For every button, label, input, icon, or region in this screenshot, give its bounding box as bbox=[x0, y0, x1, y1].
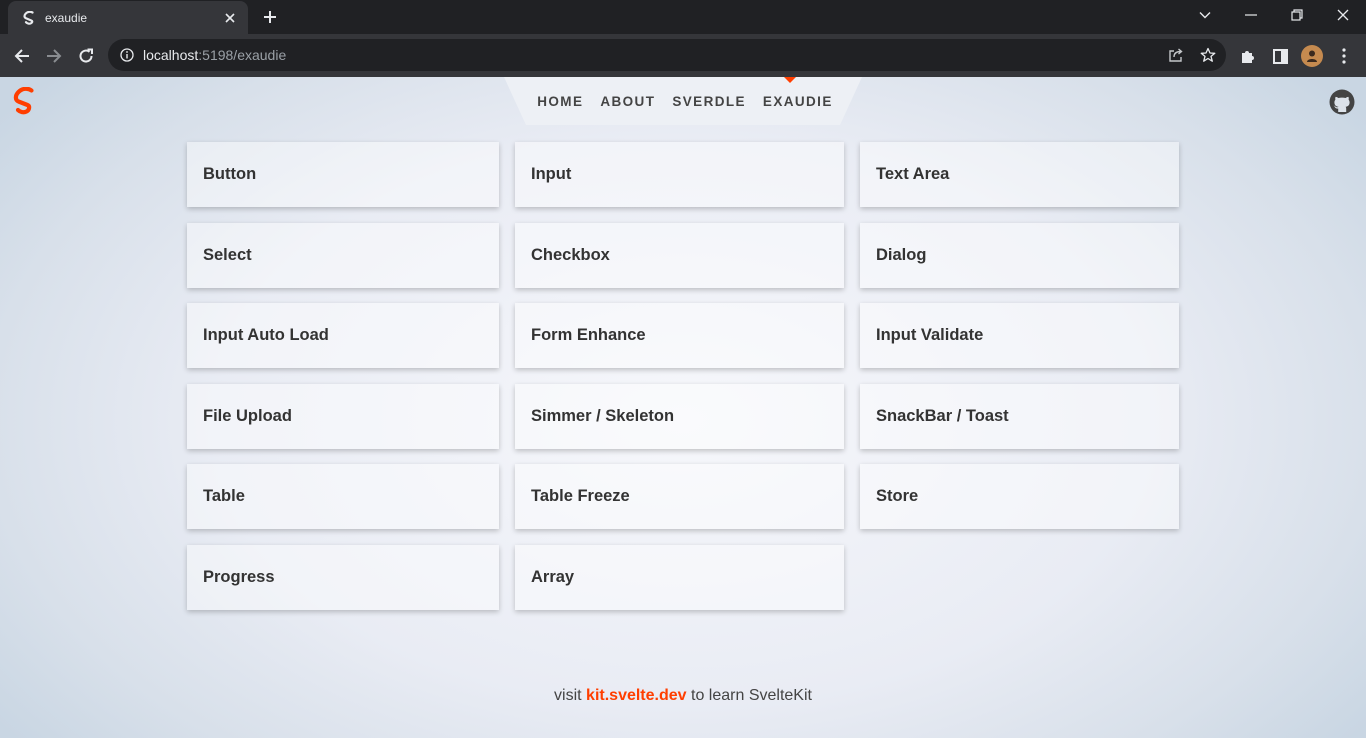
card-label: Select bbox=[203, 246, 252, 264]
nav-link-sverdle[interactable]: SVERDLE bbox=[664, 94, 755, 109]
side-panel-icon[interactable] bbox=[1268, 44, 1292, 68]
card-label: Checkbox bbox=[531, 246, 610, 264]
footer-prefix: visit bbox=[554, 687, 582, 704]
card-label: Dialog bbox=[876, 246, 927, 264]
card-input-auto-load[interactable]: Input Auto Load bbox=[187, 303, 499, 368]
address-bar[interactable]: localhost:5198/exaudie bbox=[108, 39, 1226, 71]
extensions-puzzle-icon[interactable] bbox=[1236, 44, 1260, 68]
nav-link-exaudie[interactable]: EXAUDIE bbox=[754, 94, 841, 109]
footer-kit-link[interactable]: kit.svelte.dev bbox=[586, 687, 687, 704]
nav-link-about[interactable]: ABOUT bbox=[592, 94, 664, 109]
browser-menu-icon[interactable] bbox=[1332, 44, 1356, 68]
tab-title: exaudie bbox=[45, 10, 88, 25]
svelte-logo-icon[interactable] bbox=[12, 86, 38, 117]
site-info-icon[interactable] bbox=[120, 48, 134, 62]
browser-tab[interactable]: exaudie bbox=[8, 1, 248, 34]
card-checkbox[interactable]: Checkbox bbox=[515, 223, 844, 288]
footer: visit kit.svelte.dev to learn SvelteKit bbox=[0, 687, 1366, 705]
card-label: Array bbox=[531, 568, 575, 586]
bookmark-star-icon[interactable] bbox=[1198, 45, 1218, 65]
card-table-freeze[interactable]: Table Freeze bbox=[515, 464, 844, 529]
card-select[interactable]: Select bbox=[187, 223, 499, 288]
card-array[interactable]: Array bbox=[515, 545, 844, 610]
close-tab-icon[interactable] bbox=[222, 10, 238, 26]
minimize-icon[interactable] bbox=[1228, 0, 1274, 30]
new-tab-icon[interactable] bbox=[259, 6, 281, 28]
browser-toolbar: localhost:5198/exaudie bbox=[0, 34, 1366, 77]
card-label: SnackBar / Toast bbox=[876, 407, 1009, 425]
browser-tab-strip: exaudie bbox=[0, 0, 1366, 34]
card-input-validate[interactable]: Input Validate bbox=[860, 303, 1179, 368]
card-store[interactable]: Store bbox=[860, 464, 1179, 529]
restore-icon[interactable] bbox=[1274, 0, 1320, 30]
profile-avatar[interactable] bbox=[1300, 44, 1324, 68]
card-label: Text Area bbox=[876, 165, 950, 183]
footer-suffix: to learn SvelteKit bbox=[691, 687, 812, 704]
card-label: Table Freeze bbox=[531, 487, 630, 505]
tab-search-chevron-icon[interactable] bbox=[1182, 0, 1228, 30]
card-button[interactable]: Button bbox=[187, 142, 499, 207]
card-progress[interactable]: Progress bbox=[187, 545, 499, 610]
card-label: Store bbox=[876, 487, 919, 505]
card-input[interactable]: Input bbox=[515, 142, 844, 207]
card-simmer-skeleton[interactable]: Simmer / Skeleton bbox=[515, 384, 844, 449]
card-table[interactable]: Table bbox=[187, 464, 499, 529]
back-icon[interactable] bbox=[8, 42, 36, 70]
card-label: Button bbox=[203, 165, 257, 183]
card-snackbar-toast[interactable]: SnackBar / Toast bbox=[860, 384, 1179, 449]
card-label: Input bbox=[531, 165, 572, 183]
forward-icon[interactable] bbox=[40, 42, 68, 70]
page-content: HOME ABOUT SVERDLE EXAUDIE Button Input … bbox=[0, 77, 1366, 738]
card-label: Input Auto Load bbox=[203, 326, 329, 344]
card-label: Input Validate bbox=[876, 326, 984, 344]
card-label: File Upload bbox=[203, 407, 292, 425]
url-path: :5198/exaudie bbox=[198, 47, 287, 63]
card-file-upload[interactable]: File Upload bbox=[187, 384, 499, 449]
close-window-icon[interactable] bbox=[1320, 0, 1366, 30]
card-label: Progress bbox=[203, 568, 275, 586]
card-label: Simmer / Skeleton bbox=[531, 407, 675, 425]
card-text-area[interactable]: Text Area bbox=[860, 142, 1179, 207]
share-icon[interactable] bbox=[1166, 45, 1186, 65]
main-navigation: HOME ABOUT SVERDLE EXAUDIE bbox=[504, 77, 862, 125]
url-host: localhost bbox=[143, 47, 199, 63]
card-dialog[interactable]: Dialog bbox=[860, 223, 1179, 288]
reload-icon[interactable] bbox=[72, 42, 100, 70]
svelte-favicon-icon bbox=[22, 10, 36, 25]
profile-avatar-icon bbox=[1301, 45, 1323, 67]
card-label: Form Enhance bbox=[531, 326, 646, 344]
github-icon[interactable] bbox=[1328, 88, 1356, 116]
nav-link-home[interactable]: HOME bbox=[529, 94, 592, 109]
card-form-enhance[interactable]: Form Enhance bbox=[515, 303, 844, 368]
card-label: Table bbox=[203, 487, 245, 505]
